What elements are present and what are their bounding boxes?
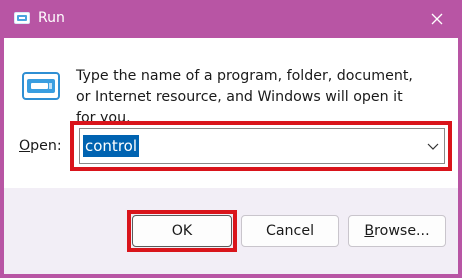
window-title: Run — [38, 10, 65, 26]
browse-button[interactable]: Browse... — [348, 215, 446, 247]
open-label: Open: — [19, 138, 62, 154]
close-button[interactable] — [426, 8, 448, 30]
cancel-button-label: Cancel — [265, 223, 315, 239]
open-label-accesskey: O — [19, 138, 31, 154]
input-highlight-box — [70, 121, 452, 171]
browse-button-label: rowse... — [374, 223, 430, 239]
title-bar[interactable]: Run — [4, 0, 458, 38]
ok-highlight-box — [127, 210, 237, 252]
run-dialog: Run Type the name of a program, folder, … — [4, 0, 458, 274]
open-label-text: pen: — [30, 138, 62, 154]
run-app-icon — [14, 12, 30, 24]
cancel-button[interactable]: Cancel — [241, 215, 339, 247]
dialog-description: Type the name of a program, folder, docu… — [76, 68, 413, 126]
run-program-icon — [22, 72, 60, 100]
browse-button-accesskey: B — [364, 223, 375, 239]
close-icon — [431, 13, 443, 25]
